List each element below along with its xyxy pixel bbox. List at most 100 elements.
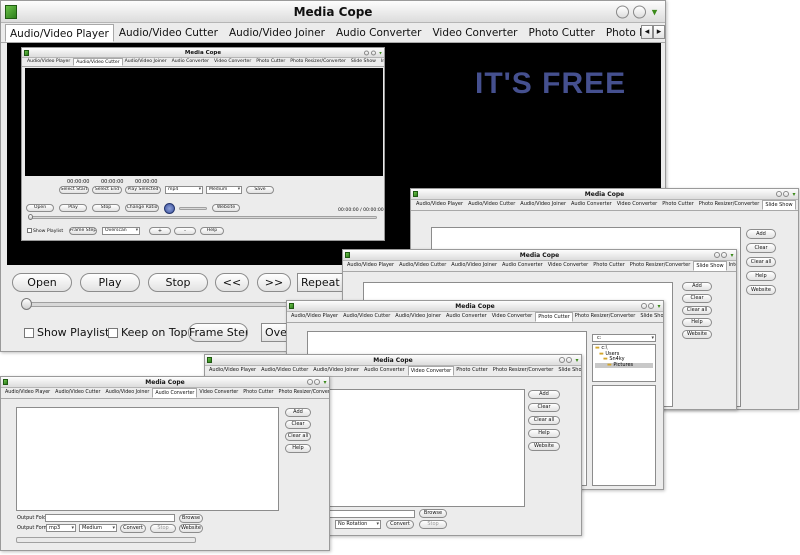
cutter-video-display[interactable]	[25, 68, 383, 176]
videoconv-titlebar[interactable]: Media Cope ▾	[205, 355, 581, 366]
videoconv-maximize-icon[interactable]	[566, 357, 572, 363]
resizer-minimize-icon[interactable]	[714, 252, 720, 258]
audio-format-select[interactable]: mp3	[46, 524, 76, 532]
drive-select[interactable]: c:	[592, 334, 656, 342]
audioconv-browse-button[interactable]: Browse	[179, 514, 203, 523]
videoconv-tab-joiner[interactable]: Audio/Video Joiner	[311, 366, 362, 376]
output-folder-field[interactable]	[45, 514, 175, 522]
slideshow-chevron-icon[interactable]: ▾	[791, 191, 797, 198]
videoconv-website-button[interactable]: Website	[528, 442, 560, 451]
slideshow-help-button[interactable]: Help	[746, 271, 776, 281]
photocutter-tab-photo-cutter[interactable]: Photo Cutter	[535, 312, 573, 322]
slideshow-website-button[interactable]: Website	[746, 285, 776, 295]
slideshow-titlebar[interactable]: Media Cope ▾	[411, 189, 798, 200]
audioconv-tab-joiner[interactable]: Audio/Video Joiner	[103, 388, 152, 398]
resizer-tab-audio-converter[interactable]: Audio Converter	[500, 261, 546, 271]
resizer-help-button[interactable]: Help	[682, 318, 712, 327]
cutter-stop-button[interactable]: Stop	[92, 204, 120, 212]
photocutter-tab-joiner[interactable]: Audio/Video Joiner	[393, 312, 444, 322]
resizer-tab-slide-show[interactable]: Slide Show	[693, 261, 727, 271]
maximize-icon[interactable]	[633, 5, 646, 18]
resizer-tab-joiner[interactable]: Audio/Video Joiner	[449, 261, 500, 271]
cutter-format-select[interactable]: mp4	[165, 186, 203, 194]
slideshow-tab-cutter[interactable]: Audio/Video Cutter	[466, 200, 518, 210]
resizer-maximize-icon[interactable]	[721, 252, 727, 258]
cutter-plus-button[interactable]: +	[149, 227, 171, 235]
slideshow-minimize-icon[interactable]	[776, 191, 782, 197]
slideshow-tab-internet-tools[interactable]: Internet Tools / Settings	[796, 200, 799, 210]
audio-quality-select[interactable]: Medium	[79, 524, 117, 532]
videoconv-stop-button[interactable]: Stop	[419, 520, 447, 529]
cutter-tab-photo-cutter[interactable]: Photo Cutter	[254, 58, 288, 66]
cutter-tab-joiner[interactable]: Audio/Video Joiner	[123, 58, 170, 66]
change-ratio-button[interactable]: Change Ratio	[125, 204, 159, 212]
photocutter-tab-cutter[interactable]: Audio/Video Cutter	[341, 312, 393, 322]
cutter-quality-select[interactable]: Medium	[206, 186, 242, 194]
cutter-minimize-icon[interactable]	[364, 50, 369, 55]
tab-audio-video-player[interactable]: Audio/Video Player	[5, 24, 114, 42]
previous-button[interactable]: <<	[215, 273, 249, 292]
audioconv-tab-video-converter[interactable]: Video Converter	[197, 388, 241, 398]
slideshow-tab-joiner[interactable]: Audio/Video Joiner	[518, 200, 569, 210]
audioconv-titlebar[interactable]: Media Cope ▾	[1, 377, 329, 388]
audioconv-chevron-icon[interactable]: ▾	[322, 379, 328, 386]
cutter-titlebar[interactable]: Media Cope ▾	[22, 48, 384, 58]
resizer-chevron-icon[interactable]: ▾	[729, 252, 735, 259]
cutter-tab-photo-resizer[interactable]: Photo Resizer/Converter	[288, 58, 349, 66]
play-selected-button[interactable]: Play Selected	[125, 186, 161, 194]
videoconv-tab-photo-cutter[interactable]: Photo Cutter	[454, 366, 491, 376]
videoconv-tab-slide-show[interactable]: Slide Show	[556, 366, 581, 376]
slideshow-tab-video-converter[interactable]: Video Converter	[615, 200, 661, 210]
photocutter-tab-player[interactable]: Audio/Video Player	[289, 312, 341, 322]
audioconv-add-button[interactable]: Add	[285, 408, 311, 417]
frame-step-button[interactable]: Frame Step	[188, 323, 248, 342]
photocutter-chevron-icon[interactable]: ▾	[656, 303, 662, 310]
chevron-down-icon[interactable]: ▾	[648, 5, 661, 18]
resizer-website-button[interactable]: Website	[682, 330, 712, 339]
tab-audio-video-cutter[interactable]: Audio/Video Cutter	[114, 24, 224, 42]
cutter-tab-video-converter[interactable]: Video Converter	[212, 58, 254, 66]
slideshow-tab-photo-cutter[interactable]: Photo Cutter	[660, 200, 697, 210]
videoconv-clear-all-button[interactable]: Clear all	[528, 416, 560, 425]
audioconv-clear-all-button[interactable]: Clear all	[285, 432, 311, 441]
photocutter-titlebar[interactable]: Media Cope ▾	[287, 301, 663, 312]
tab-photo-cutter[interactable]: Photo Cutter	[524, 24, 601, 42]
videoconv-tab-audio-converter[interactable]: Audio Converter	[362, 366, 408, 376]
tab-scroll-right-icon[interactable]: ▸	[653, 25, 665, 39]
audioconv-stop-button[interactable]: Stop	[150, 524, 176, 533]
volume-knob-icon[interactable]	[164, 203, 175, 214]
cutter-minus-button[interactable]: -	[174, 227, 196, 235]
photocutter-tab-slide-show[interactable]: Slide Show	[638, 312, 663, 322]
keep-on-top-checkbox[interactable]: Keep on Top	[108, 326, 187, 339]
main-titlebar[interactable]: Media Cope ▾	[1, 1, 665, 23]
cutter-tab-internet-tools[interactable]: Internet Tools / Settings	[379, 58, 384, 66]
photocutter-tab-photo-resizer[interactable]: Photo Resizer/Converter	[573, 312, 639, 322]
audioconv-file-list[interactable]	[16, 407, 279, 511]
cutter-tab-audio-converter[interactable]: Audio Converter	[170, 58, 212, 66]
videoconv-output-folder-field[interactable]	[325, 510, 415, 518]
slideshow-clear-button[interactable]: Clear	[746, 243, 776, 253]
folder-tree-item-selected[interactable]: ▬ Pictures	[595, 362, 653, 368]
videoconv-tab-player[interactable]: Audio/Video Player	[207, 366, 259, 376]
tab-audio-converter[interactable]: Audio Converter	[331, 24, 427, 42]
videoconv-tab-cutter[interactable]: Audio/Video Cutter	[259, 366, 311, 376]
folder-tree[interactable]: ▬ c:\ ▬ Users ▬ Sn4ky ▬ Pictures	[592, 344, 656, 382]
tab-audio-video-joiner[interactable]: Audio/Video Joiner	[224, 24, 331, 42]
next-button[interactable]: >>	[257, 273, 291, 292]
audioconv-website-button[interactable]: Website	[179, 524, 203, 533]
show-playlist-box-icon[interactable]	[24, 328, 34, 338]
slideshow-tab-audio-converter[interactable]: Audio Converter	[569, 200, 615, 210]
cutter-save-button[interactable]: Save	[246, 186, 274, 194]
cutter-seek-knob[interactable]	[28, 214, 33, 220]
seek-slider-knob[interactable]	[21, 298, 32, 310]
audioconv-tab-audio-converter[interactable]: Audio Converter	[152, 388, 198, 398]
resizer-titlebar[interactable]: Media Cope ▾	[343, 250, 736, 261]
tab-video-converter[interactable]: Video Converter	[427, 24, 523, 42]
slideshow-tab-player[interactable]: Audio/Video Player	[414, 200, 466, 210]
cutter-help-button[interactable]: Help	[200, 227, 224, 235]
slideshow-tab-slide-show[interactable]: Slide Show	[762, 200, 796, 210]
tab-scroll-left-icon[interactable]: ◂	[641, 25, 653, 39]
photocutter-tab-audio-converter[interactable]: Audio Converter	[444, 312, 490, 322]
slideshow-clear-all-button[interactable]: Clear all	[746, 257, 776, 267]
cutter-maximize-icon[interactable]	[371, 50, 376, 55]
